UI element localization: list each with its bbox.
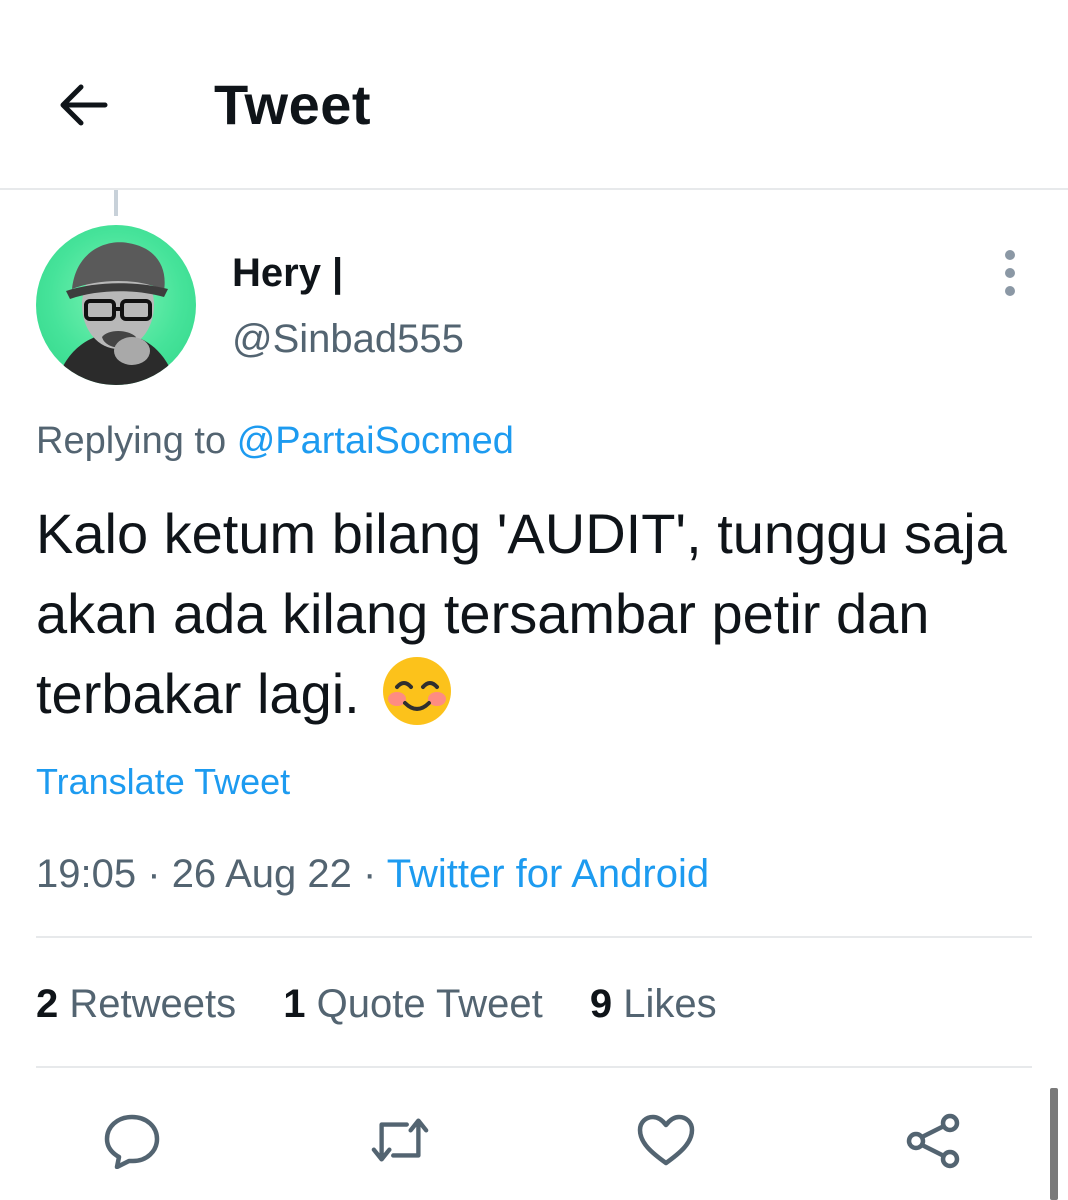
dot-icon <box>1005 268 1015 278</box>
avatar-photo <box>56 242 176 385</box>
like-icon <box>637 1114 695 1166</box>
thread-connector <box>114 190 118 216</box>
likes-count: 9 <box>589 982 613 1026</box>
author-handle[interactable]: @Sinbad555 <box>232 316 464 362</box>
tweet-body: Kalo ketum bilang 'AUDIT', tunggu saja a… <box>36 494 1046 748</box>
tweet-source-link[interactable]: Twitter for Android <box>387 852 709 896</box>
avatar[interactable] <box>36 225 196 385</box>
retweet-button[interactable] <box>370 1110 430 1170</box>
app-header: Tweet <box>0 0 1068 190</box>
reply-button[interactable] <box>102 1110 162 1170</box>
scrollbar[interactable] <box>1050 1088 1058 1200</box>
smiling-face-emoji-icon <box>381 655 453 748</box>
engagement-stats: 2 Retweets 1 Quote Tweet 9 Likes <box>36 980 753 1028</box>
replying-prefix: Replying to <box>36 420 227 462</box>
quotes-count: 1 <box>283 982 306 1026</box>
replying-to: Replying to @PartaiSocmed <box>36 418 514 464</box>
tweet-metadata: 19:05 · 26 Aug 22 · Twitter for Android <box>36 850 709 898</box>
retweets-count: 2 <box>36 982 59 1026</box>
share-icon <box>906 1113 960 1169</box>
separator: · <box>363 852 377 896</box>
likes-label: Likes <box>623 982 717 1026</box>
like-button[interactable] <box>636 1110 696 1170</box>
author-name[interactable]: Hery | <box>232 250 343 296</box>
dot-icon <box>1005 286 1015 296</box>
quotes-label: Quote Tweet <box>316 982 543 1026</box>
more-options-button[interactable] <box>992 250 1028 296</box>
tweet-date: 26 Aug 22 <box>171 852 352 896</box>
likes-stat[interactable]: 9 Likes <box>590 980 717 1028</box>
share-button[interactable] <box>904 1110 964 1170</box>
tweet-time: 19:05 <box>36 852 137 896</box>
retweets-label: Retweets <box>69 982 237 1026</box>
separator: · <box>147 852 161 896</box>
retweets-stat[interactable]: 2 Retweets <box>36 980 236 1028</box>
quote-tweets-stat[interactable]: 1 Quote Tweet <box>283 980 542 1028</box>
translate-tweet-link[interactable]: Translate Tweet <box>36 760 290 804</box>
divider <box>36 936 1032 938</box>
replying-to-link[interactable]: @PartaiSocmed <box>237 420 514 462</box>
tweet-text: Kalo ketum bilang 'AUDIT', tunggu saja a… <box>36 502 1007 725</box>
retweet-icon <box>371 1118 429 1162</box>
reply-icon <box>104 1114 160 1169</box>
divider <box>36 1066 1032 1068</box>
back-button[interactable] <box>50 72 116 138</box>
dot-icon <box>1005 250 1015 260</box>
arrow-left-icon <box>60 84 108 126</box>
page-title: Tweet <box>214 73 372 136</box>
